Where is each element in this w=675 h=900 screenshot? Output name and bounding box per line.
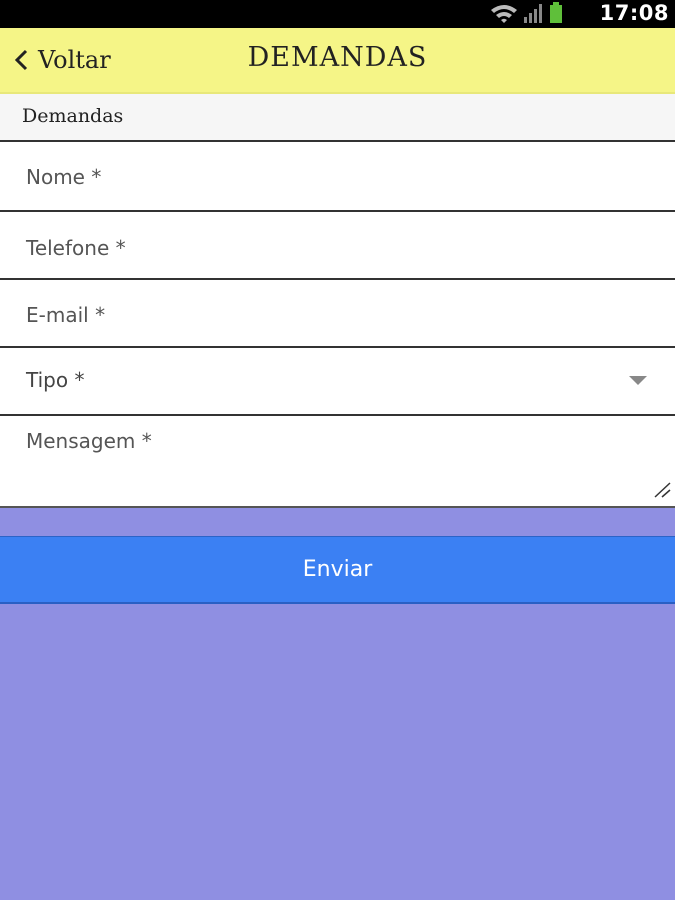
tipo-select[interactable]: Tipo * xyxy=(0,348,675,416)
section-header: Demandas xyxy=(0,94,675,142)
resize-handle-icon[interactable] xyxy=(649,480,671,498)
telefone-field[interactable]: Telefone * xyxy=(0,212,675,280)
status-bar: 17:08 xyxy=(0,0,675,28)
telefone-placeholder: Telefone * xyxy=(26,236,126,260)
section-title: Demandas xyxy=(22,105,124,127)
mensagem-placeholder: Mensagem * xyxy=(26,429,152,453)
status-icons xyxy=(489,2,563,24)
tipo-placeholder: Tipo * xyxy=(26,368,85,392)
battery-icon xyxy=(550,2,562,23)
page-title: DEMANDAS xyxy=(247,42,428,73)
dropdown-caret-icon xyxy=(629,376,647,385)
clock: 17:08 xyxy=(599,1,669,25)
nome-placeholder: Nome * xyxy=(26,165,102,189)
email-placeholder: E-mail * xyxy=(26,303,106,327)
nome-field[interactable]: Nome * xyxy=(0,142,675,212)
submit-button[interactable]: Enviar xyxy=(0,536,675,604)
email-field[interactable]: E-mail * xyxy=(0,280,675,348)
mensagem-textarea[interactable]: Mensagem * xyxy=(0,416,675,508)
app-header: Voltar DEMANDAS xyxy=(0,28,675,94)
signal-icon xyxy=(524,4,542,23)
wifi-icon xyxy=(491,5,517,23)
